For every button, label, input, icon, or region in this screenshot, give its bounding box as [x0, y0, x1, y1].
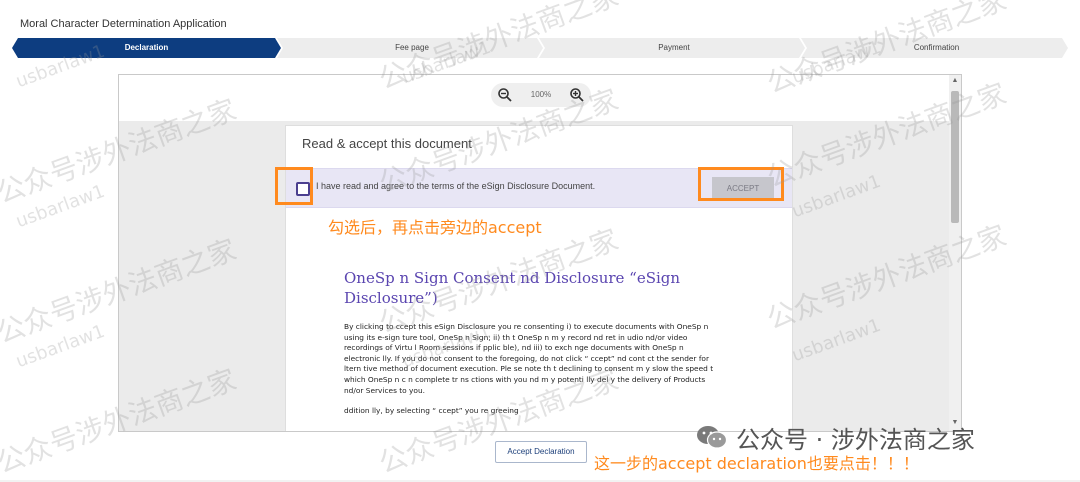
document-body: By clicking to ccept this eSign Disclosu…: [344, 322, 714, 417]
wechat-icon: [697, 426, 728, 449]
document-paragraph: ddition lly, by selecting “ ccept” you r…: [344, 406, 519, 416]
step-payment[interactable]: Payment: [543, 38, 805, 58]
progress-stepper: Declaration Fee page Payment Confirmatio…: [12, 38, 1068, 58]
zoom-control: 100%: [491, 83, 591, 107]
zoom-level: 100%: [530, 90, 552, 99]
consent-text: I have read and agree to the terms of th…: [316, 181, 596, 191]
accept-button[interactable]: ACCEPT: [712, 177, 774, 201]
step-fee-page[interactable]: Fee page: [281, 38, 543, 58]
watermark-text: usbarlaw1: [13, 180, 108, 233]
document-card: Read & accept this document I have read …: [285, 125, 793, 431]
document-heading: OneSp n Sign Consent nd Disclosure “eSig…: [344, 269, 681, 307]
zoom-in-icon[interactable]: [569, 87, 585, 103]
card-title: Read & accept this document: [302, 136, 472, 151]
viewer-toolbar: 100%: [119, 75, 949, 121]
scroll-thumb[interactable]: [951, 91, 959, 223]
consent-checkbox[interactable]: [296, 182, 310, 196]
wechat-account-name: 公众号 · 涉外法商之家: [736, 426, 975, 454]
step-confirmation[interactable]: Confirmation: [805, 38, 1068, 58]
scroll-up-icon[interactable]: ▲: [951, 77, 959, 85]
application-frame: Moral Character Determination Applicatio…: [0, 0, 1080, 480]
document-viewer: 100% Read & accept this document I have …: [118, 74, 962, 432]
watermark-text: usbarlaw1: [13, 320, 108, 373]
consent-bar: I have read and agree to the terms of th…: [286, 168, 792, 208]
accept-declaration-button[interactable]: Accept Declaration: [495, 441, 587, 463]
step-declaration[interactable]: Declaration: [12, 38, 281, 58]
page-title: Moral Character Determination Applicatio…: [20, 18, 227, 30]
document-paragraph: By clicking to ccept this eSign Disclosu…: [344, 322, 714, 395]
checkbox-annotation: 勾选后，再点击旁边的accept: [328, 218, 542, 237]
zoom-out-icon[interactable]: [497, 87, 513, 103]
viewer-scrollbar[interactable]: ▲ ▼: [949, 75, 961, 431]
